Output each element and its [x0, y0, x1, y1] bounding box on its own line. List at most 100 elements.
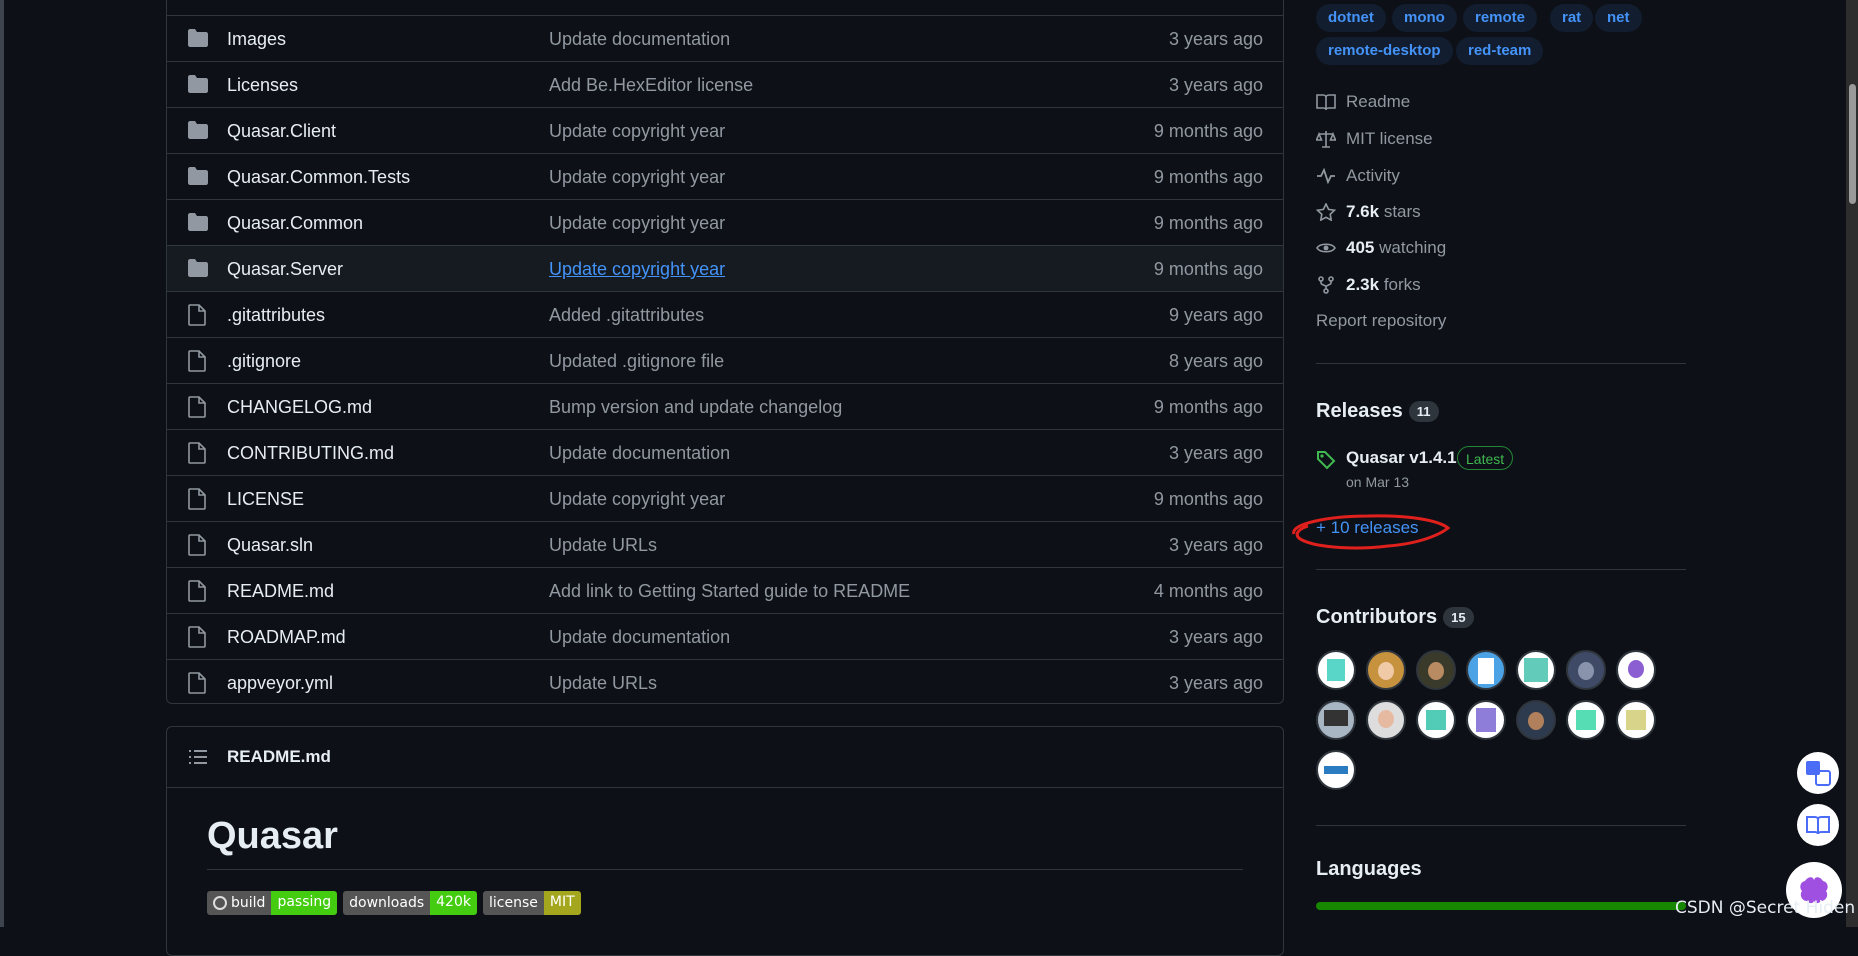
avatar[interactable] — [1466, 650, 1506, 690]
table-row[interactable]: Quasar.Common.Tests Update copyright year… — [167, 153, 1283, 199]
report-repository-link[interactable]: Report repository — [1316, 311, 1446, 331]
build-badge[interactable]: build passing — [207, 891, 338, 915]
commit-message-link[interactable]: Update documentation — [549, 627, 730, 648]
topic-tag[interactable]: remote — [1463, 4, 1538, 32]
file-icon — [187, 672, 209, 694]
stars-link[interactable]: 7.6k stars — [1316, 202, 1421, 222]
badge-row: build passing downloads 420k license MIT — [207, 891, 581, 915]
table-row[interactable]: .gitignore Updated .gitignore file 8 years… — [167, 337, 1283, 383]
commit-message-link[interactable]: Update copyright year — [549, 213, 725, 234]
file-name-link[interactable]: Quasar.sln — [227, 535, 313, 556]
watching-link[interactable]: 405 watching — [1316, 238, 1446, 258]
avatar[interactable] — [1316, 750, 1356, 790]
file-name-link[interactable]: Quasar.Common.Tests — [227, 167, 410, 188]
avatar[interactable] — [1366, 650, 1406, 690]
avatar[interactable] — [1566, 650, 1606, 690]
activity-link[interactable]: Activity — [1316, 166, 1400, 186]
avatar[interactable] — [1416, 700, 1456, 740]
contributors-heading[interactable]: Contributors 15 — [1316, 606, 1474, 629]
file-name-link[interactable]: README.md — [227, 581, 334, 602]
avatar[interactable] — [1416, 650, 1456, 690]
topic-tag[interactable]: net — [1595, 4, 1642, 32]
scrollbar-thumb[interactable] — [1849, 84, 1856, 204]
file-name-link[interactable]: Quasar.Server — [227, 259, 343, 280]
readme-header-title[interactable]: README.md — [227, 747, 331, 767]
avatar[interactable] — [1366, 700, 1406, 740]
commit-age: 3 years ago — [1168, 627, 1263, 647]
avatar[interactable] — [1616, 700, 1656, 740]
badge-value: passing — [271, 891, 338, 915]
table-row[interactable]: appveyor.yml Update URLs 3 years ago — [167, 659, 1283, 703]
language-bar — [1316, 902, 1686, 910]
file-name-link[interactable]: ROADMAP.md — [227, 627, 346, 648]
file-name-link[interactable]: .gitattributes — [227, 305, 325, 326]
commit-message-link[interactable]: Updated .gitignore file — [549, 351, 724, 372]
table-row[interactable]: CONTRIBUTING.md Update documentation 3 yea… — [167, 429, 1283, 475]
forks-label: forks — [1383, 275, 1421, 294]
table-row[interactable]: Licenses Add Be.HexEditor license 3 years … — [167, 61, 1283, 107]
table-row[interactable]: ROADMAP.md Update documentation 3 years ag… — [167, 613, 1283, 659]
table-row[interactable]: Quasar.sln Update URLs 3 years ago — [167, 521, 1283, 567]
sidebar-divider — [1316, 363, 1686, 364]
pulse-icon — [1317, 167, 1335, 185]
license-link[interactable]: MIT license — [1316, 129, 1433, 149]
file-name-link[interactable]: LICENSE — [227, 489, 304, 510]
avatar[interactable] — [1616, 650, 1656, 690]
forks-link[interactable]: 2.3k forks — [1316, 275, 1421, 295]
avatar[interactable] — [1316, 700, 1356, 740]
commit-message-link[interactable]: Update URLs — [549, 673, 657, 694]
file-icon — [187, 580, 209, 602]
table-row[interactable]: README.md Add link to Getting Started gui… — [167, 567, 1283, 613]
readme-link[interactable]: Readme — [1316, 92, 1410, 112]
reader-button[interactable] — [1797, 804, 1839, 846]
file-name-link[interactable]: Quasar.Common — [227, 213, 363, 234]
license-badge[interactable]: license MIT — [482, 891, 581, 915]
languages-heading[interactable]: Languages — [1316, 858, 1422, 881]
file-name-link[interactable]: Images — [227, 29, 286, 50]
translate-button[interactable] — [1797, 752, 1839, 794]
list-icon[interactable] — [189, 750, 207, 764]
translate-icon — [1806, 761, 1831, 786]
table-row[interactable]: Quasar.Server Update copyright year 9 mont… — [167, 245, 1283, 291]
topic-tag[interactable]: remote-desktop — [1316, 37, 1453, 65]
commit-message-link[interactable]: Update copyright year — [549, 167, 725, 188]
badge-label: license — [482, 891, 544, 915]
file-name-link[interactable]: Quasar.Client — [227, 121, 336, 142]
table-row[interactable]: .gitattributes Added .gitattributes 9 year… — [167, 291, 1283, 337]
table-row[interactable]: Quasar.Client Update copyright year 9 mont… — [167, 107, 1283, 153]
topic-tag[interactable]: dotnet — [1316, 4, 1386, 32]
commit-message-link[interactable]: Added .gitattributes — [549, 305, 704, 326]
commit-message-link[interactable]: Update copyright year — [549, 259, 725, 280]
commit-message-link[interactable]: Update URLs — [549, 535, 657, 556]
commit-age: 3 years ago — [1168, 673, 1263, 693]
table-row[interactable]: Quasar.Common Update copyright year 9 mont… — [167, 199, 1283, 245]
avatar[interactable] — [1466, 700, 1506, 740]
topic-tag[interactable]: rat — [1550, 4, 1594, 32]
file-name-link[interactable]: appveyor.yml — [227, 673, 333, 694]
commit-message-link[interactable]: Add link to Getting Started guide to REA… — [549, 581, 910, 602]
avatar[interactable] — [1516, 650, 1556, 690]
avatar[interactable] — [1316, 650, 1356, 690]
topic-tag[interactable]: red-team — [1456, 37, 1544, 65]
table-row[interactable]: Images Update documentation 3 years ago — [167, 15, 1283, 61]
latest-release-link[interactable]: Quasar v1.4.1 — [1346, 448, 1457, 468]
folder-icon — [187, 166, 209, 188]
downloads-badge[interactable]: downloads 420k — [343, 891, 477, 915]
file-name-link[interactable]: CONTRIBUTING.md — [227, 443, 394, 464]
releases-heading[interactable]: Releases 11 — [1316, 400, 1439, 423]
file-name-link[interactable]: CHANGELOG.md — [227, 397, 372, 418]
avatar[interactable] — [1516, 700, 1556, 740]
avatar[interactable] — [1566, 700, 1606, 740]
commit-message-link[interactable]: Update copyright year — [549, 489, 725, 510]
commit-message-link[interactable]: Update copyright year — [549, 121, 725, 142]
report-repository-label: Report repository — [1316, 311, 1447, 330]
file-name-link[interactable]: .gitignore — [227, 351, 301, 372]
table-row[interactable]: CHANGELOG.md Bump version and update chan… — [167, 383, 1283, 429]
commit-message-link[interactable]: Update documentation — [549, 443, 730, 464]
commit-message-link[interactable]: Update documentation — [549, 29, 730, 50]
topic-tag[interactable]: mono — [1392, 4, 1457, 32]
commit-message-link[interactable]: Bump version and update changelog — [549, 397, 842, 418]
commit-message-link[interactable]: Add Be.HexEditor license — [549, 75, 753, 96]
table-row[interactable]: LICENSE Update copyright year 9 months ago — [167, 475, 1283, 521]
file-name-link[interactable]: Licenses — [227, 75, 298, 96]
